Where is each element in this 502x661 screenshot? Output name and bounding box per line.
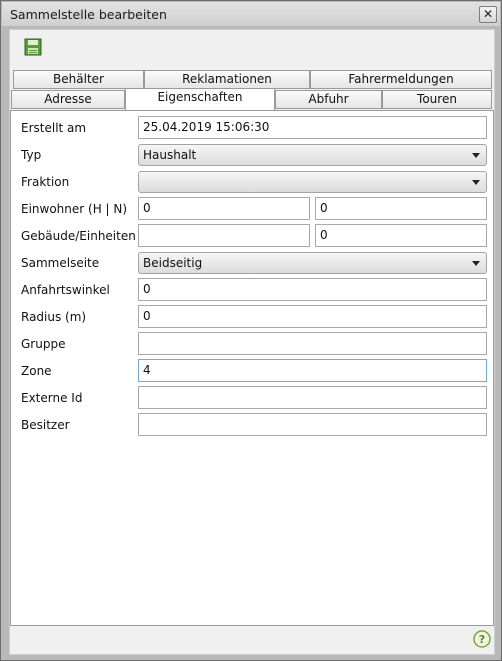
zone-field[interactable]: 4 (138, 359, 487, 382)
title-bar[interactable]: Sammelstelle bearbeiten ✕ (2, 2, 500, 26)
erstellt-am-field[interactable]: 25.04.2019 15:06:30 (138, 116, 487, 139)
dialog-content: Behälter Reklamationen Fahrermeldungen A… (9, 29, 495, 655)
zone-label: Zone (21, 364, 52, 378)
help-icon[interactable]: ? (473, 630, 491, 648)
chevron-down-icon (472, 261, 480, 266)
sammelseite-select-value: Beidseitig (143, 256, 203, 270)
help-glyph: ? (479, 633, 485, 646)
eigenschaften-panel: Erstellt am 25.04.2019 15:06:30 Typ Haus… (10, 110, 494, 626)
gruppe-label: Gruppe (21, 337, 66, 351)
chevron-down-icon (472, 180, 480, 185)
tab-abfuhr[interactable]: Abfuhr (275, 90, 382, 109)
besitzer-field[interactable] (138, 413, 487, 436)
einwohner-label: Einwohner (H | N) (21, 202, 128, 216)
externe-id-label: Externe Id (21, 391, 83, 405)
fraktion-select[interactable] (138, 171, 487, 193)
tab-reklamationen[interactable]: Reklamationen (144, 70, 310, 89)
einwohner-h-field[interactable]: 0 (138, 197, 310, 220)
radius-field[interactable]: 0 (138, 305, 487, 328)
close-button[interactable]: ✕ (479, 6, 497, 23)
tab-eigenschaften[interactable]: Eigenschaften (125, 88, 275, 110)
einwohner-n-field[interactable]: 0 (315, 197, 487, 220)
externe-id-field[interactable] (138, 386, 487, 409)
tab-touren[interactable]: Touren (382, 90, 492, 109)
typ-label: Typ (21, 148, 42, 162)
radius-label: Radius (m) (21, 310, 87, 324)
sammelseite-select[interactable]: Beidseitig (138, 252, 487, 274)
anfahrtswinkel-label: Anfahrtswinkel (21, 283, 110, 297)
fraktion-label: Fraktion (21, 175, 70, 189)
gebaeude-label: Gebäude/Einheiten (21, 229, 136, 243)
typ-select-value: Haushalt (143, 148, 197, 162)
window-title: Sammelstelle bearbeiten (10, 7, 167, 22)
gebaeude-field[interactable] (138, 224, 310, 247)
dialog-window: Sammelstelle bearbeiten ✕ Behälter Rekla… (0, 0, 502, 661)
tab-adresse[interactable]: Adresse (11, 90, 125, 109)
besitzer-label: Besitzer (21, 418, 70, 432)
tab-fahrermeldungen[interactable]: Fahrermeldungen (310, 70, 492, 89)
gruppe-field[interactable] (138, 332, 487, 355)
erstellt-am-label: Erstellt am (21, 121, 87, 135)
chevron-down-icon (472, 153, 480, 158)
tab-behaelter[interactable]: Behälter (13, 70, 144, 89)
typ-select[interactable]: Haushalt (138, 144, 487, 166)
einheiten-field[interactable]: 0 (315, 224, 487, 247)
save-icon[interactable] (24, 38, 42, 56)
anfahrtswinkel-field[interactable]: 0 (138, 278, 487, 301)
sammelseite-label: Sammelseite (21, 256, 100, 270)
